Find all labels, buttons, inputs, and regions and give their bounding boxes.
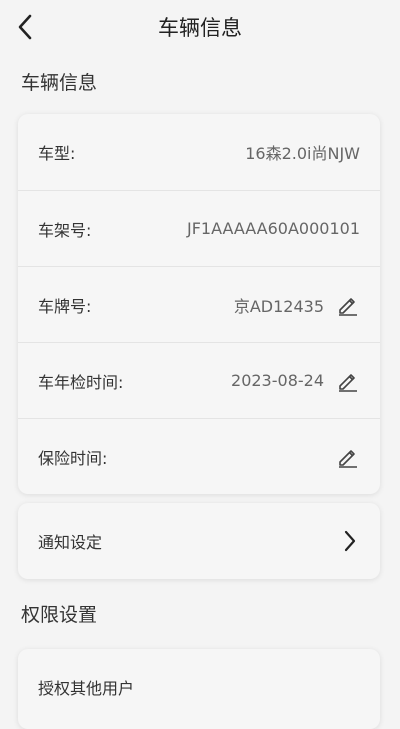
row-insurance-date: 保险时间:	[18, 418, 380, 494]
row-vin: 车架号: JF1AAAAA60A000101	[18, 190, 380, 266]
edit-icon[interactable]	[336, 293, 360, 317]
row-value: 京AD12435	[233, 296, 324, 316]
notification-card[interactable]: 通知设定	[18, 503, 380, 579]
chevron-right-icon	[340, 529, 360, 553]
pencil-icon	[339, 373, 357, 392]
row-model: 车型: 16森2.0i尚NJW	[18, 114, 380, 190]
edit-icon[interactable]	[336, 369, 360, 393]
section-title-permission: 权限设置	[21, 604, 98, 626]
row-value: 2023-08-24	[231, 371, 324, 390]
authorize-users-item[interactable]: 授权其他用户	[18, 649, 380, 725]
notification-label: 通知设定	[38, 533, 103, 552]
header: 车辆信息	[0, 0, 400, 54]
row-plate: 车牌号: 京AD12435	[18, 266, 380, 342]
row-label: 车牌号:	[38, 296, 92, 316]
row-label: 车型:	[38, 144, 76, 163]
permission-card[interactable]: 授权其他用户	[18, 649, 380, 729]
section-title-vehicle: 车辆信息	[21, 72, 98, 94]
pencil-icon	[339, 297, 357, 316]
row-label: 车架号:	[38, 220, 92, 240]
page-title: 车辆信息	[158, 16, 242, 40]
row-value: 16森2.0i尚NJW	[245, 144, 360, 163]
pencil-icon	[339, 449, 357, 468]
row-label: 保险时间:	[38, 448, 108, 468]
vehicle-info-card: 车型: 16森2.0i尚NJW 车架号: JF1AAAAA60A000101 车…	[18, 114, 380, 494]
notification-settings-item[interactable]: 通知设定	[18, 503, 380, 579]
row-inspection-date: 车年检时间: 2023-08-24	[18, 342, 380, 418]
authorize-label: 授权其他用户	[38, 679, 135, 698]
row-label: 车年检时间:	[38, 372, 124, 392]
row-value: JF1AAAAA60A000101	[187, 219, 360, 238]
edit-icon[interactable]	[336, 445, 360, 469]
